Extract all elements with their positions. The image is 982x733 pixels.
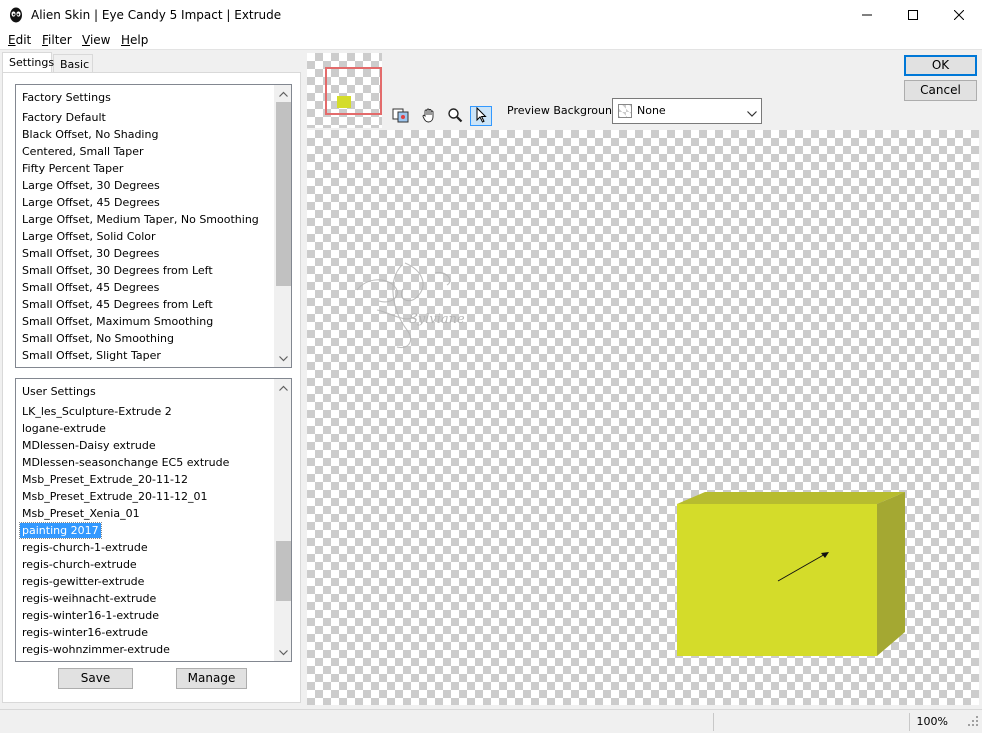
status-divider bbox=[713, 713, 714, 731]
list-item[interactable]: Msb_Preset_Extrude_20-11-12_01 bbox=[22, 489, 207, 504]
factory-scroll-thumb[interactable] bbox=[276, 102, 291, 286]
list-item[interactable]: Msb_Preset_Xenia_01 bbox=[22, 506, 140, 521]
list-item[interactable]: regis-winter16-1-extrude bbox=[22, 608, 159, 623]
list-item[interactable]: logane-extrude bbox=[22, 421, 106, 436]
list-item[interactable]: regis-winter16-extrude bbox=[22, 625, 148, 640]
box-top-face bbox=[677, 492, 905, 504]
list-item[interactable]: Large Offset, 30 Degrees bbox=[22, 178, 160, 193]
menu-view[interactable]: View bbox=[82, 33, 110, 47]
box-side-face bbox=[877, 492, 905, 656]
minimize-icon bbox=[862, 10, 872, 20]
tab-basic[interactable]: Basic bbox=[53, 54, 93, 72]
scroll-up-icon[interactable] bbox=[275, 379, 291, 396]
list-item[interactable]: MDlessen-Daisy extrude bbox=[22, 438, 156, 453]
list-item[interactable]: Small Offset, No Smoothing bbox=[22, 331, 174, 346]
tab-settings[interactable]: Settings bbox=[2, 52, 54, 72]
list-item[interactable]: painting 2017 bbox=[19, 522, 102, 539]
chevron-down-icon bbox=[747, 107, 757, 120]
list-item[interactable]: Small Offset, Slight Taper bbox=[22, 348, 161, 363]
list-item[interactable]: Centered, Small Taper bbox=[22, 144, 143, 159]
window-title: Alien Skin | Eye Candy 5 Impact | Extrud… bbox=[31, 8, 282, 22]
watermark-logo: Sylviane bbox=[356, 262, 465, 349]
close-icon bbox=[954, 10, 964, 20]
navigator-thumbnail[interactable] bbox=[307, 53, 382, 128]
menu-bar: Edit Filter View Help bbox=[0, 30, 982, 50]
settings-tab-body: Factory Settings Factory Default Black Of… bbox=[2, 72, 301, 703]
menu-edit[interactable]: Edit bbox=[8, 33, 31, 47]
list-item[interactable]: Large Offset, Medium Taper, No Smoothing bbox=[22, 212, 259, 227]
list-item[interactable]: Small Offset, Maximum Smoothing bbox=[22, 314, 213, 329]
list-item[interactable]: Fifty Percent Taper bbox=[22, 161, 123, 176]
user-settings-list[interactable]: User Settings LK_les_Sculpture-Extrude 2… bbox=[15, 378, 292, 662]
list-item[interactable]: regis-weihnacht-extrude bbox=[22, 591, 156, 606]
preview-canvas[interactable]: Sylviane bbox=[307, 130, 979, 705]
preview-background-value: None bbox=[637, 104, 666, 117]
manage-button[interactable]: Manage bbox=[176, 668, 247, 689]
menu-filter[interactable]: Filter bbox=[42, 33, 72, 47]
list-item[interactable]: regis-church-extrude bbox=[22, 557, 137, 572]
ok-button[interactable]: OK bbox=[904, 55, 977, 76]
status-divider bbox=[909, 713, 910, 731]
scroll-down-icon[interactable] bbox=[275, 350, 291, 367]
zoom-tool-button[interactable] bbox=[444, 106, 466, 126]
factory-settings-header: Factory Settings bbox=[22, 91, 111, 104]
transparent-swatch-icon bbox=[618, 104, 632, 118]
factory-settings-list[interactable]: Factory Settings Factory Default Black Of… bbox=[15, 84, 292, 368]
direction-arrow-handle[interactable] bbox=[775, 548, 835, 588]
hand-tool-button[interactable] bbox=[418, 106, 440, 126]
scroll-down-icon[interactable] bbox=[275, 644, 291, 661]
user-settings-header: User Settings bbox=[22, 385, 96, 398]
title-bar: Alien Skin | Eye Candy 5 Impact | Extrud… bbox=[0, 0, 982, 30]
settings-panel: Settings Basic Factory Settings Factory … bbox=[0, 51, 303, 704]
list-item[interactable]: Small Offset, 30 Degrees from Left bbox=[22, 263, 213, 278]
watermark-signature: Sylviane bbox=[409, 312, 465, 327]
hand-pan-icon bbox=[421, 107, 437, 126]
zoom-magnifier-icon bbox=[447, 107, 463, 126]
list-item[interactable]: Msb_Preset_Extrude_20-11-12 bbox=[22, 472, 188, 487]
minimize-button[interactable] bbox=[844, 0, 890, 30]
scroll-up-icon[interactable] bbox=[275, 85, 291, 102]
list-item[interactable]: Small Offset, 45 Degrees from Left bbox=[22, 297, 213, 312]
maximize-button[interactable] bbox=[890, 0, 936, 30]
list-item[interactable]: regis-wohnzimmer-extrude bbox=[22, 642, 170, 657]
preview-toggle-button[interactable] bbox=[390, 106, 412, 126]
alien-skin-logo-icon bbox=[8, 7, 24, 23]
user-settings-scrollbar[interactable] bbox=[274, 379, 291, 661]
list-item[interactable]: regis-church-1-extrude bbox=[22, 540, 148, 555]
pointer-arrow-icon bbox=[474, 106, 488, 126]
cancel-button[interactable]: Cancel bbox=[904, 80, 977, 101]
list-item[interactable]: LK_les_Sculpture-Extrude 2 bbox=[22, 404, 172, 419]
list-item[interactable]: Black Offset, No Shading bbox=[22, 127, 158, 142]
resize-grip-icon[interactable] bbox=[967, 715, 979, 730]
list-item[interactable]: Small Offset, 45 Degrees bbox=[22, 280, 159, 295]
list-item[interactable]: Large Offset, 45 Degrees bbox=[22, 195, 160, 210]
list-item[interactable]: regis-gewitter-extrude bbox=[22, 574, 144, 589]
navigator-view-frame[interactable] bbox=[325, 67, 382, 115]
save-button[interactable]: Save bbox=[58, 668, 133, 689]
preview-background-label: Preview Background: bbox=[507, 104, 623, 117]
menu-help[interactable]: Help bbox=[121, 33, 148, 47]
list-item[interactable]: MDlessen-seasonchange EC5 extrude bbox=[22, 455, 229, 470]
pointer-tool-button[interactable] bbox=[470, 106, 492, 126]
preview-toggle-icon bbox=[392, 107, 410, 126]
list-item[interactable]: Factory Default bbox=[22, 110, 106, 125]
close-button[interactable] bbox=[936, 0, 982, 30]
maximize-icon bbox=[908, 10, 918, 20]
zoom-level: 100% bbox=[916, 715, 948, 728]
factory-settings-scrollbar[interactable] bbox=[274, 85, 291, 367]
list-item[interactable]: Small Offset, 30 Degrees bbox=[22, 246, 159, 261]
preview-background-select[interactable]: None bbox=[612, 98, 762, 124]
status-bar: 100% bbox=[0, 709, 982, 733]
list-item[interactable]: Large Offset, Solid Color bbox=[22, 229, 156, 244]
user-scroll-thumb[interactable] bbox=[276, 541, 291, 601]
